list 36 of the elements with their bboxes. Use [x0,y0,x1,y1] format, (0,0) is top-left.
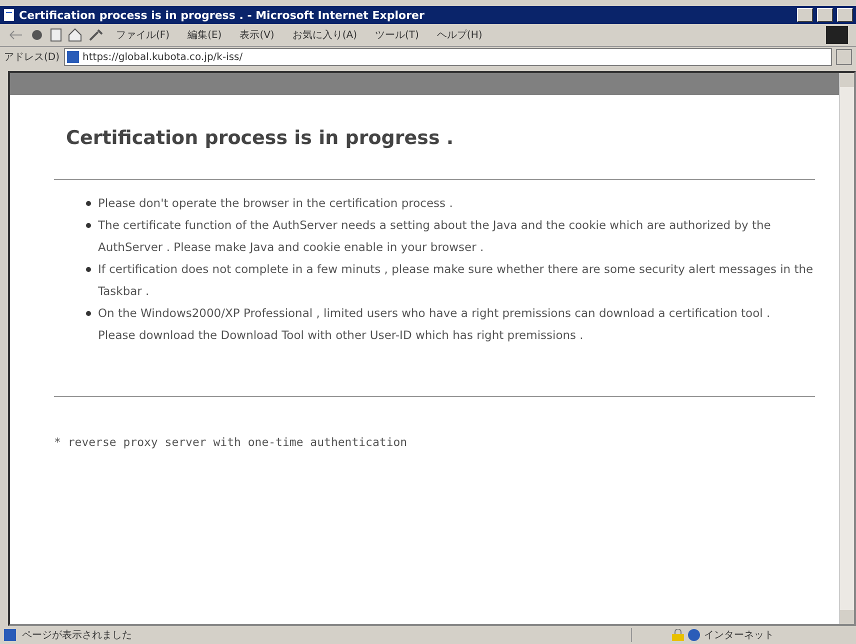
lock-icon [672,629,684,641]
wrench-icon[interactable] [88,28,104,42]
menu-item[interactable]: お気に入り(A) [286,28,363,42]
page-icon [3,9,15,21]
minimize-button[interactable] [797,8,813,22]
bullet-text: On the Windows2000/XP Professional , limited users who have a right premissions can download a certification tool . [98,305,772,322]
menu-item[interactable]: ファイル(F) [110,28,176,42]
bullet-text: If certification does not complete in a few minuts , please make sure whether there are some security alert messages in the Taskbar . [98,261,814,300]
bullet-text: Please download the Download Tool with other User-ID which has right premissions . [98,327,584,344]
close-button[interactable] [837,8,853,22]
menu-item[interactable]: ヘルプ(H) [430,28,488,42]
bullet-icon [86,311,91,316]
status-message: ページが表示されました [22,628,133,642]
address-field[interactable]: https://global.kubota.co.jp/k-iss/ [64,48,832,66]
menu-item[interactable]: ツール(T) [369,28,425,42]
address-label: アドレス(D) [4,51,60,64]
maximize-button[interactable] [817,8,833,22]
menu-item[interactable]: 表示(V) [234,28,280,42]
page-icon [4,629,16,641]
page-heading: Certification process is in progress . [66,127,455,149]
globe-icon [688,629,700,641]
scrollbar[interactable] [839,73,854,624]
document-icon[interactable] [50,28,62,42]
address-value: https://global.kubota.co.jp/k-iss/ [82,52,243,62]
bullet-text: Please don't operate the browser in the certification process . [98,195,454,212]
bullet-icon [86,267,91,272]
window-title: Certification process is in progress . - Microsoft Internet Explorer [19,8,426,22]
bullet-icon [86,201,91,206]
bullet-icon [86,223,91,228]
dropdown-button[interactable] [836,49,852,65]
home-icon[interactable] [68,28,82,42]
footer-note: * reverse proxy server with one-time authentication [54,435,408,449]
page-icon [66,51,79,63]
bullet-text: The certificate function of the AuthServer needs a setting about the Java and the cookie which are authorized by the AuthServer . Please make Java and cookie enable in your browser . [98,217,772,256]
zone-label: インターネット [704,629,774,642]
menu-item[interactable]: 編集(E) [182,28,228,42]
